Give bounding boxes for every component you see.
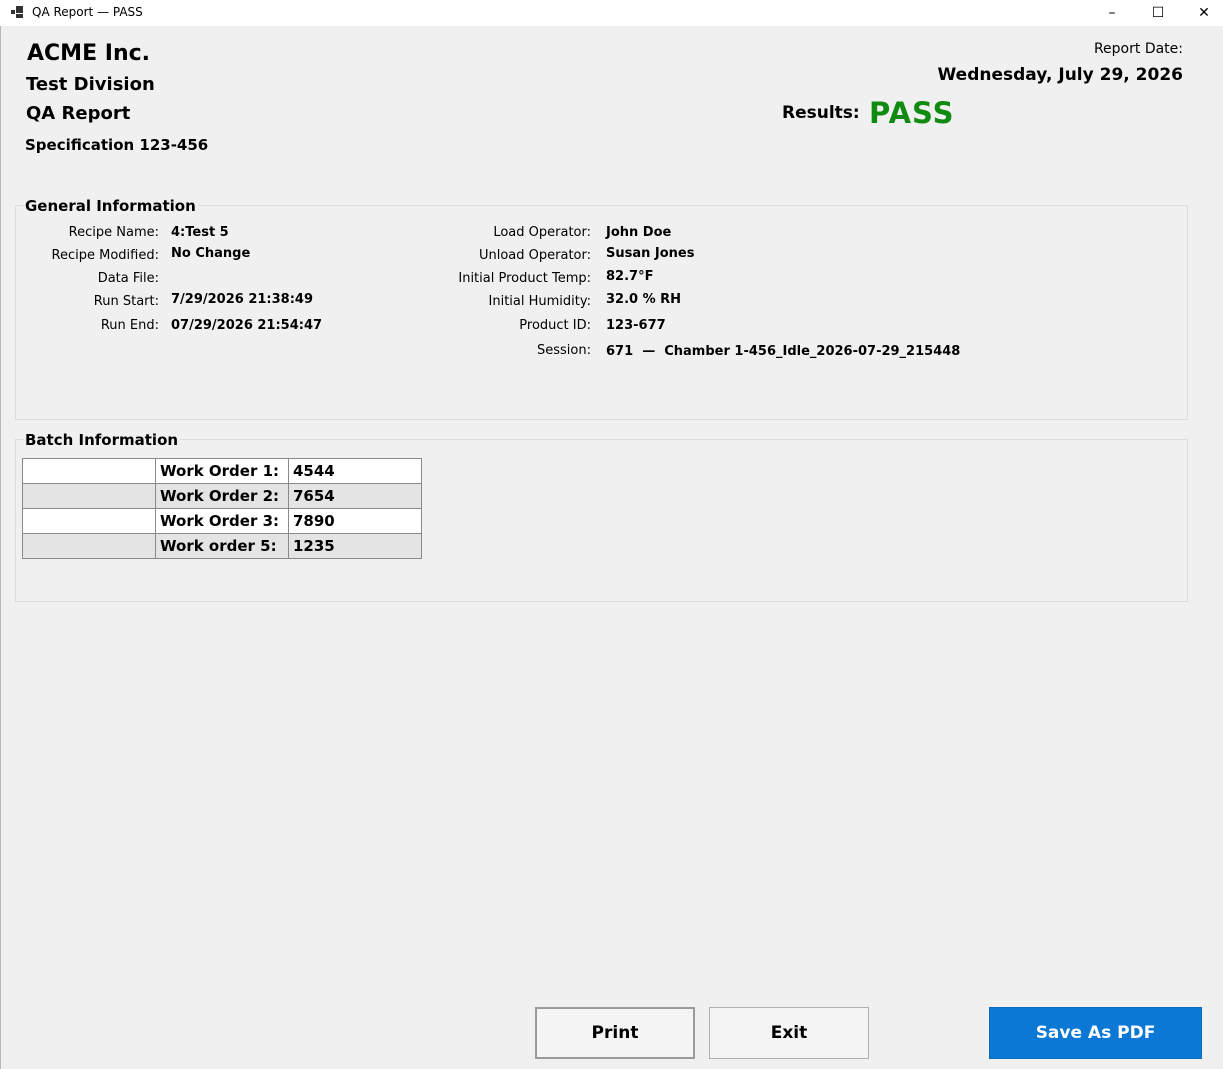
save-pdf-button[interactable]: Save As PDF <box>989 1007 1202 1059</box>
title-bar: QA Report — PASS – ☐ ✕ <box>0 0 1223 26</box>
batch-table: Work Order 1: 4544 Work Order 2: 7654 Wo… <box>22 458 422 559</box>
load-operator-value: John Doe <box>606 225 672 240</box>
run-end-value: 07/29/2026 21:54:47 <box>171 318 323 333</box>
recipe-name-label: Recipe Name: <box>68 225 159 240</box>
general-info-title: General Information <box>24 197 198 215</box>
report-date-label: Report Date: <box>1093 41 1183 57</box>
work-order-label: Work Order 1: <box>155 458 289 484</box>
minimize-button[interactable]: – <box>1089 0 1135 26</box>
recipe-name-value: 4:Test 5 <box>171 225 229 240</box>
maximize-button[interactable]: ☐ <box>1135 0 1181 26</box>
table-row: Work Order 1: 4544 <box>22 458 422 484</box>
report-date-value: Wednesday, July 29, 2026 <box>937 65 1183 85</box>
table-cell <box>22 508 156 534</box>
data-file-label: Data File: <box>97 271 159 286</box>
load-operator-label: Load Operator: <box>493 225 591 240</box>
work-order-value: 4544 <box>288 458 422 484</box>
work-order-value: 7890 <box>288 508 422 534</box>
work-order-label: Work Order 3: <box>155 508 289 534</box>
close-icon: ✕ <box>1198 5 1210 21</box>
window-border <box>0 26 1 1069</box>
table-cell <box>22 483 156 509</box>
initial-temp-value: 82.7°F <box>606 269 654 284</box>
table-cell <box>22 533 156 559</box>
table-cell <box>22 458 156 484</box>
initial-humidity-label: Initial Humidity: <box>488 294 591 309</box>
app-icon <box>11 6 23 18</box>
recipe-modified-value: No Change <box>171 246 251 261</box>
product-id-label: Product ID: <box>519 318 591 333</box>
initial-temp-label: Initial Product Temp: <box>458 271 591 286</box>
table-row: Work Order 2: 7654 <box>22 483 422 509</box>
company-name: ACME Inc. <box>27 41 150 66</box>
unload-operator-label: Unload Operator: <box>478 248 591 263</box>
work-order-label: Work order 5: <box>155 533 289 559</box>
close-button[interactable]: ✕ <box>1181 0 1223 26</box>
initial-humidity-value: 32.0 % RH <box>606 292 682 307</box>
work-order-value: 7654 <box>288 483 422 509</box>
results-status: PASS <box>869 96 955 130</box>
run-start-value: 7/29/2026 21:38:49 <box>171 292 314 307</box>
unload-operator-value: Susan Jones <box>606 246 695 261</box>
table-row: Work order 5: 1235 <box>22 533 422 559</box>
batch-info-title: Batch Information <box>24 431 181 449</box>
product-id-value: 123-677 <box>606 318 666 333</box>
run-start-label: Run Start: <box>93 294 159 309</box>
specification: Specification 123-456 <box>25 136 209 154</box>
maximize-icon: ☐ <box>1151 5 1165 21</box>
session-value: 671 — Chamber 1-456_Idle_2026-07-29_2154… <box>606 344 961 359</box>
table-row: Work Order 3: 7890 <box>22 508 422 534</box>
report-title: QA Report <box>26 103 131 124</box>
results-label: Results: <box>782 103 860 123</box>
division-name: Test Division <box>26 74 155 95</box>
session-label: Session: <box>537 343 591 358</box>
recipe-modified-label: Recipe Modified: <box>51 248 159 263</box>
minimize-icon: – <box>1108 5 1116 21</box>
window-title: QA Report — PASS <box>32 5 143 19</box>
work-order-label: Work Order 2: <box>155 483 289 509</box>
run-end-label: Run End: <box>100 318 159 333</box>
work-order-value: 1235 <box>288 533 422 559</box>
print-button[interactable]: Print <box>535 1007 695 1059</box>
exit-button[interactable]: Exit <box>709 1007 869 1059</box>
